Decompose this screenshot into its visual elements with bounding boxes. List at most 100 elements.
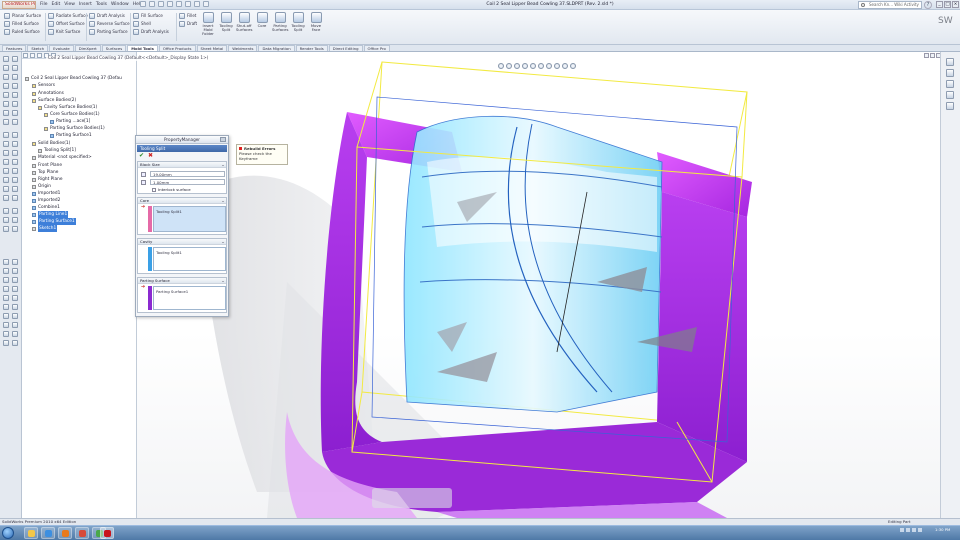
sweep-icon[interactable] xyxy=(3,141,9,147)
hole-icon[interactable] xyxy=(12,150,18,156)
interlock-checkbox[interactable]: Interlock surface xyxy=(152,187,191,193)
loft-icon[interactable] xyxy=(12,141,18,147)
cancel-x-icon[interactable]: ✖ xyxy=(148,153,153,159)
trim-surface-icon[interactable] xyxy=(3,295,9,301)
tree-item-root[interactable]: Coil 2 Seal Lipper Bead Cowling 37 (Defa… xyxy=(25,75,122,82)
tree-item-material[interactable]: Material <not specified> xyxy=(32,154,92,161)
hide-icon[interactable] xyxy=(12,208,18,214)
revolve-surface-icon[interactable] xyxy=(3,340,9,346)
section-header[interactable]: Core xyxy=(138,198,226,204)
extend-icon[interactable] xyxy=(12,92,18,98)
viewport-minimize-button[interactable] xyxy=(924,53,929,58)
rectangle-icon[interactable] xyxy=(3,65,9,71)
appearance-icon[interactable] xyxy=(3,217,9,223)
configuration-tab-icon[interactable] xyxy=(37,53,42,58)
tree-item-surface-bodies[interactable]: Surface Bodies(2) xyxy=(32,97,76,104)
appearances-icon[interactable] xyxy=(946,102,954,110)
ribbon-button[interactable]: Ruled Surface xyxy=(4,28,41,35)
tree-item-tooling-split-body[interactable]: Tooling Split[1] xyxy=(38,147,76,154)
circle-icon[interactable] xyxy=(12,65,18,71)
tree-item-sensors[interactable]: Sensors xyxy=(32,82,55,89)
parting-selection-list[interactable]: Parting Surface1 xyxy=(153,286,226,310)
axis-icon[interactable] xyxy=(12,177,18,183)
zoom-to-area-icon[interactable] xyxy=(506,63,512,69)
taskbar-media[interactable] xyxy=(58,527,72,539)
tray-icon[interactable] xyxy=(906,528,910,532)
composite-curve-icon[interactable] xyxy=(3,277,9,283)
tray-icon[interactable] xyxy=(900,528,904,532)
ribbon-button[interactable]: Draft Analysis xyxy=(89,12,130,19)
freeform-icon[interactable] xyxy=(12,322,18,328)
core-selection-list[interactable]: Tooling Split1 xyxy=(153,206,226,232)
tree-item-sketch[interactable]: Sketch1 xyxy=(32,225,58,232)
help-button[interactable]: ? xyxy=(924,1,932,9)
display-icon[interactable] xyxy=(3,208,9,214)
tab-render-tools[interactable]: Render Tools xyxy=(295,45,328,51)
tree-item-core-bodies[interactable]: Core Surface Bodies(1) xyxy=(44,111,100,118)
depth1-input[interactable]: 19.00mm xyxy=(150,171,225,177)
tab-weldments[interactable]: Weldments xyxy=(228,45,258,51)
ribbon-button[interactable]: Shell xyxy=(133,20,169,27)
menu-edit[interactable]: Edit xyxy=(52,1,61,9)
mid-surface-icon[interactable] xyxy=(3,322,9,328)
tree-item-combine1[interactable]: Combine1 xyxy=(32,204,60,211)
mass-icon[interactable] xyxy=(12,186,18,192)
new-icon[interactable] xyxy=(140,1,146,7)
graphics-area[interactable] xyxy=(137,52,940,518)
ribbon-button[interactable]: Radiate Surface xyxy=(48,12,88,19)
ok-checkmark-icon[interactable]: ✔ xyxy=(139,153,144,159)
section-header[interactable]: Cavity xyxy=(138,239,226,245)
relation-icon[interactable] xyxy=(12,119,18,125)
resources-icon[interactable] xyxy=(946,58,954,66)
tab-dimxpert[interactable]: DimXpert xyxy=(74,45,101,51)
tab-office-pro[interactable]: Office Pro xyxy=(363,45,390,51)
property-tab-icon[interactable] xyxy=(30,53,35,58)
open-icon[interactable] xyxy=(149,1,155,7)
tab-surfaces[interactable]: Surfaces xyxy=(101,45,127,51)
point-icon[interactable] xyxy=(3,83,9,89)
ribbon-button[interactable]: Offset Surface xyxy=(48,20,88,27)
shut-off-surfaces-button[interactable]: Shut-off Surfaces xyxy=(236,12,252,32)
tray-icon[interactable] xyxy=(918,528,922,532)
rib-icon[interactable] xyxy=(3,168,9,174)
delete-face-icon[interactable] xyxy=(3,304,9,310)
depth2-input[interactable]: 1.00mm xyxy=(150,179,225,185)
fillet-sketch-icon[interactable] xyxy=(3,110,9,116)
depth-direction2-icon[interactable] xyxy=(141,180,146,185)
tree-item-solid-bodies[interactable]: Solid Bodies(1) xyxy=(32,140,70,147)
core-button[interactable]: Core xyxy=(254,12,270,28)
rebuild-icon[interactable] xyxy=(194,1,200,7)
untrim-icon[interactable] xyxy=(12,295,18,301)
tab-data-migration[interactable]: Data Migration xyxy=(258,45,295,51)
plane-icon[interactable] xyxy=(3,177,9,183)
options-icon[interactable] xyxy=(203,1,209,7)
print-icon[interactable] xyxy=(167,1,173,7)
text-icon[interactable] xyxy=(12,83,18,89)
ribbon-button[interactable]: Filled Surface xyxy=(4,20,41,27)
cavity-selection-list[interactable]: Tooling Split1 xyxy=(153,247,226,271)
ribbon-button[interactable]: Reverse Surface xyxy=(89,20,130,27)
design-library-icon[interactable] xyxy=(946,69,954,77)
tab-sketch[interactable]: Sketch xyxy=(27,45,49,51)
file-explorer-icon[interactable] xyxy=(946,80,954,88)
select-icon[interactable] xyxy=(185,1,191,7)
trim-icon[interactable] xyxy=(3,92,9,98)
ribbon-button[interactable]: Draft xyxy=(179,20,197,27)
spline-icon[interactable] xyxy=(12,74,18,80)
mirror-icon[interactable] xyxy=(3,101,9,107)
edit-appearance-icon[interactable] xyxy=(554,63,560,69)
zoom-to-fit-icon[interactable] xyxy=(498,63,504,69)
ribbon-button[interactable]: Draft Analysis xyxy=(133,28,169,35)
minimize-button[interactable]: _ xyxy=(936,1,943,8)
section-header[interactable]: Parting Surface xyxy=(138,278,226,284)
extrude-icon[interactable] xyxy=(3,132,9,138)
ribbon-button[interactable]: Planar Surface xyxy=(4,12,41,19)
ribbon-button[interactable]: Parting Surface xyxy=(89,28,130,35)
section-header[interactable]: Block Size xyxy=(138,162,226,168)
shell-tool-icon[interactable] xyxy=(12,159,18,165)
section-icon[interactable] xyxy=(3,195,9,201)
taskbar-explorer[interactable] xyxy=(24,527,38,539)
zebra-icon[interactable] xyxy=(12,195,18,201)
view-orientation-icon[interactable] xyxy=(530,63,536,69)
insert-mold-folder-button[interactable]: Insert Mold Folder xyxy=(200,12,216,36)
